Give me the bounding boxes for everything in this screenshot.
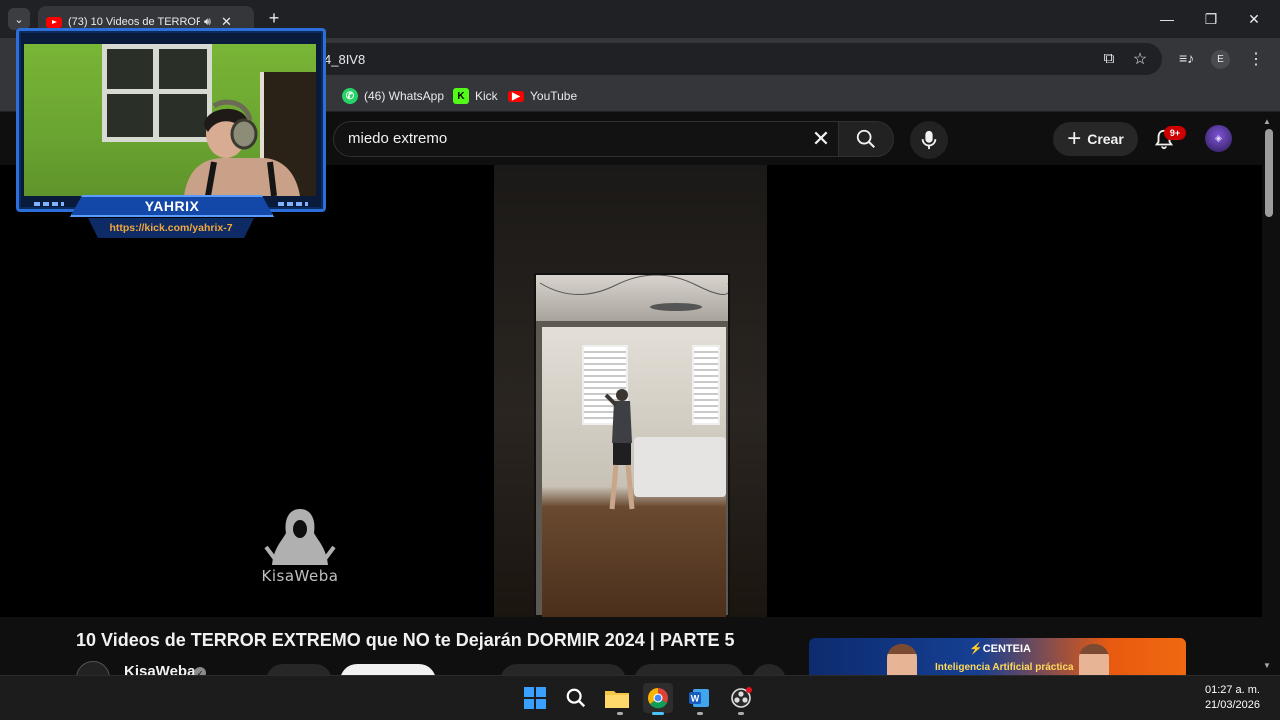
taskbar [0, 675, 1280, 720]
tab-title: (73) 10 Videos de TERROR EXTREMO que NO … [68, 16, 200, 28]
tab-search-icon[interactable]: ⌄ [8, 8, 30, 30]
restore-button[interactable]: ❐ [1196, 8, 1226, 30]
channel-watermark: KisaWeba [252, 507, 348, 587]
stream-url-label: https://kick.com/yahrix-7 [88, 218, 254, 238]
scrollbar-thumb[interactable] [1265, 129, 1273, 217]
video-title: 10 Videos de TERROR EXTREMO que NO te De… [76, 630, 735, 650]
microphone-icon [921, 130, 937, 150]
webcam-feed [24, 44, 316, 196]
kick-icon: K [453, 88, 469, 104]
search-input-value[interactable]: miedo extremo [348, 130, 447, 147]
notification-badge: 9+ [1164, 126, 1186, 140]
account-avatar[interactable]: ◈ [1205, 125, 1232, 152]
word-icon[interactable]: W [685, 683, 715, 713]
media-controls-icon[interactable]: ≡♪ [1179, 50, 1197, 68]
bookmark-whatsapp[interactable]: ✆ (46) WhatsApp [342, 86, 444, 106]
bookmark-label: Kick [475, 89, 498, 103]
ad-tagline: Inteligencia Artificial práctica [935, 662, 1074, 673]
new-tab-button[interactable]: + [264, 8, 284, 28]
ceiling-fan-scene [536, 274, 730, 321]
search-icon[interactable] [561, 683, 591, 713]
file-explorer-icon[interactable] [602, 683, 632, 713]
bookmark-youtube[interactable]: ▶ YouTube [508, 86, 577, 106]
bookmark-kick[interactable]: K Kick [453, 86, 498, 106]
running-indicator [738, 712, 744, 715]
decor-dash [278, 202, 308, 206]
create-button[interactable]: + Crear [1053, 122, 1138, 156]
streamer-nameplate: YAHRIX [70, 195, 274, 217]
svg-text:W: W [691, 694, 700, 704]
minimize-button[interactable]: — [1152, 8, 1182, 30]
video-frame [494, 165, 767, 617]
room-window [692, 345, 720, 425]
bookmark-label: YouTube [530, 89, 578, 103]
string-lights [539, 274, 730, 311]
search-button[interactable] [838, 121, 894, 157]
speaker-icon[interactable]: 🔊︎ [204, 16, 211, 29]
hooded-figure-logo-icon [264, 509, 336, 565]
window-close-button[interactable]: ✕ [1239, 8, 1269, 30]
bed [634, 437, 726, 497]
decor-dash [34, 202, 64, 206]
voice-search-button[interactable] [910, 121, 948, 159]
bookmark-star-icon[interactable]: ☆ [1131, 49, 1149, 68]
profile-avatar[interactable]: E [1211, 50, 1230, 69]
watermark-label: KisaWeba [261, 567, 339, 585]
streamer-silhouette [184, 99, 300, 196]
scroll-up-arrow-icon[interactable]: ▲ [1263, 117, 1271, 126]
bedroom-scene [542, 327, 726, 617]
browser-menu-icon[interactable]: ⋮ [1248, 49, 1264, 69]
active-indicator [652, 712, 664, 715]
clear-search-icon[interactable]: ✕ [808, 125, 834, 153]
create-label: Crear [1087, 131, 1124, 147]
youtube-favicon-icon [46, 16, 62, 28]
youtube-icon: ▶ [508, 90, 524, 102]
obs-icon[interactable] [726, 683, 756, 713]
whatsapp-icon: ✆ [342, 88, 358, 104]
lightning-icon: ⚡ [969, 643, 983, 655]
person-silhouette [604, 389, 635, 510]
running-indicator [697, 712, 703, 715]
search-icon [856, 129, 875, 148]
chrome-icon[interactable] [643, 683, 673, 713]
scroll-down-arrow-icon[interactable]: ▼ [1263, 661, 1271, 670]
install-app-icon[interactable]: ⧉ [1100, 50, 1118, 68]
clock-time[interactable]: 01:27 a. m. [1196, 684, 1260, 696]
doorway-scene [534, 273, 730, 617]
clock-date[interactable]: 21/03/2026 [1196, 699, 1260, 711]
ad-brand: ⚡CENTEIA [969, 643, 1031, 655]
bookmark-label: (46) WhatsApp [364, 89, 445, 103]
running-indicator [617, 712, 623, 715]
address-bar-url[interactable]: 4_8IV8 [324, 52, 365, 67]
start-icon[interactable] [520, 683, 550, 713]
plus-icon: + [1067, 125, 1082, 152]
